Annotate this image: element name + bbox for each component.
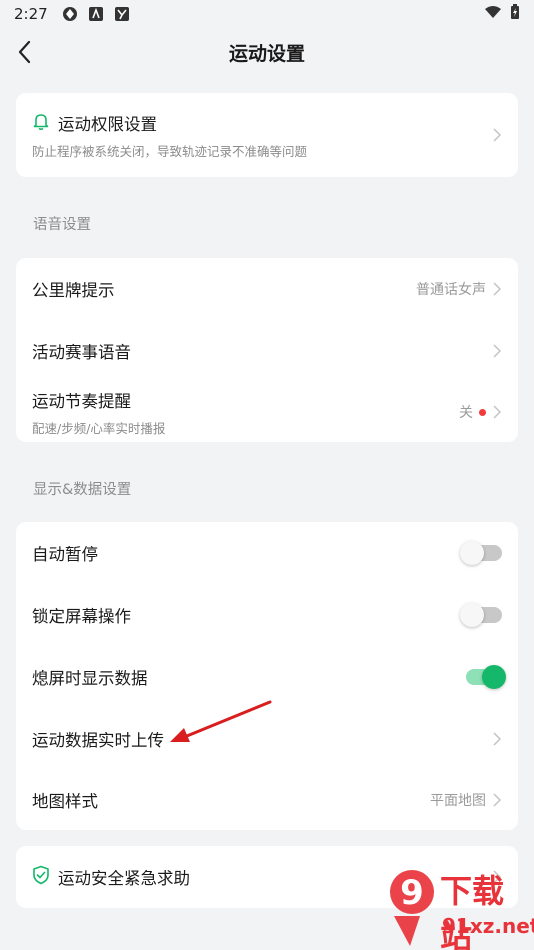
voice-settings-card: 公里牌提示 普通话女声 活动赛事语音 运动节奏提醒 配速/步频/心率实时播报 关 (16, 258, 518, 442)
bell-icon (32, 112, 50, 134)
chevron-right-icon (493, 282, 502, 296)
rhythm-reminder-subtitle: 配速/步频/心率实时播报 (32, 420, 166, 436)
status-bar: 2:27 (0, 0, 534, 28)
permission-subtitle: 防止程序被系统关闭，导致轨迹记录不准确等问题 (32, 143, 308, 159)
y-notification-icon (114, 6, 130, 22)
status-time: 2:27 (14, 5, 48, 23)
kilometer-prompt-label: 公里牌提示 (32, 281, 115, 300)
new-dot-badge (479, 408, 486, 416)
kilometer-prompt-value: 普通话女声 (416, 282, 486, 298)
emergency-help-label: 运动安全紧急求助 (58, 869, 190, 888)
watermark: 9 下载站 91xz.net (386, 856, 534, 950)
screen-off-data-toggle[interactable] (466, 665, 506, 689)
permission-card[interactable]: 运动权限设置 防止程序被系统关闭，导致轨迹记录不准确等问题 (16, 93, 518, 177)
auto-pause-label: 自动暂停 (32, 545, 98, 564)
chevron-right-icon (493, 344, 502, 358)
battery-icon (510, 4, 520, 24)
map-style-value: 平面地图 (430, 793, 486, 809)
map-style-label: 地图样式 (32, 792, 98, 811)
auto-pause-toggle[interactable] (460, 541, 502, 565)
event-voice-row[interactable]: 活动赛事语音 (16, 320, 518, 382)
shield-check-icon (32, 865, 50, 889)
chevron-right-icon (493, 732, 502, 746)
lock-screen-label: 锁定屏幕操作 (32, 607, 131, 626)
page-title: 运动设置 (228, 42, 305, 65)
rhythm-reminder-value: 关 (459, 405, 473, 421)
rhythm-reminder-row[interactable]: 运动节奏提醒 配速/步频/心率实时播报 关 (16, 382, 518, 442)
chevron-right-icon (493, 128, 502, 142)
map-style-row[interactable]: 地图样式 平面地图 (16, 770, 518, 830)
display-settings-card: 自动暂停 锁定屏幕操作 熄屏时显示数据 运动数据实时上传 地图样式 平面地图 (16, 522, 518, 830)
chevron-right-icon (493, 793, 502, 807)
auto-pause-row: 自动暂停 (16, 522, 518, 584)
watermark-domain: 91xz.net (442, 914, 534, 938)
screen-off-data-label: 熄屏时显示数据 (32, 669, 148, 688)
display-section-title: 显示&数据设置 (33, 482, 132, 498)
chevron-right-icon (493, 405, 502, 419)
app-notification-icon (62, 6, 78, 22)
svg-text:9: 9 (400, 873, 424, 913)
a-notification-icon (88, 6, 104, 22)
lock-screen-toggle[interactable] (460, 603, 502, 627)
kilometer-prompt-row[interactable]: 公里牌提示 普通话女声 (16, 258, 518, 320)
rhythm-reminder-label: 运动节奏提醒 (32, 391, 131, 411)
permission-settings-row[interactable]: 运动权限设置 防止程序被系统关闭，导致轨迹记录不准确等问题 (16, 93, 518, 177)
back-arrow-icon (18, 40, 31, 64)
wifi-icon (484, 5, 502, 23)
event-voice-label: 活动赛事语音 (32, 343, 131, 362)
permission-title: 运动权限设置 (58, 114, 157, 134)
top-bar: 运动设置 (0, 28, 534, 76)
voice-section-title: 语音设置 (33, 217, 91, 233)
back-button[interactable] (12, 38, 40, 66)
lock-screen-row: 锁定屏幕操作 (16, 584, 518, 646)
annotation-arrow (170, 700, 272, 742)
realtime-upload-label: 运动数据实时上传 (32, 731, 164, 750)
